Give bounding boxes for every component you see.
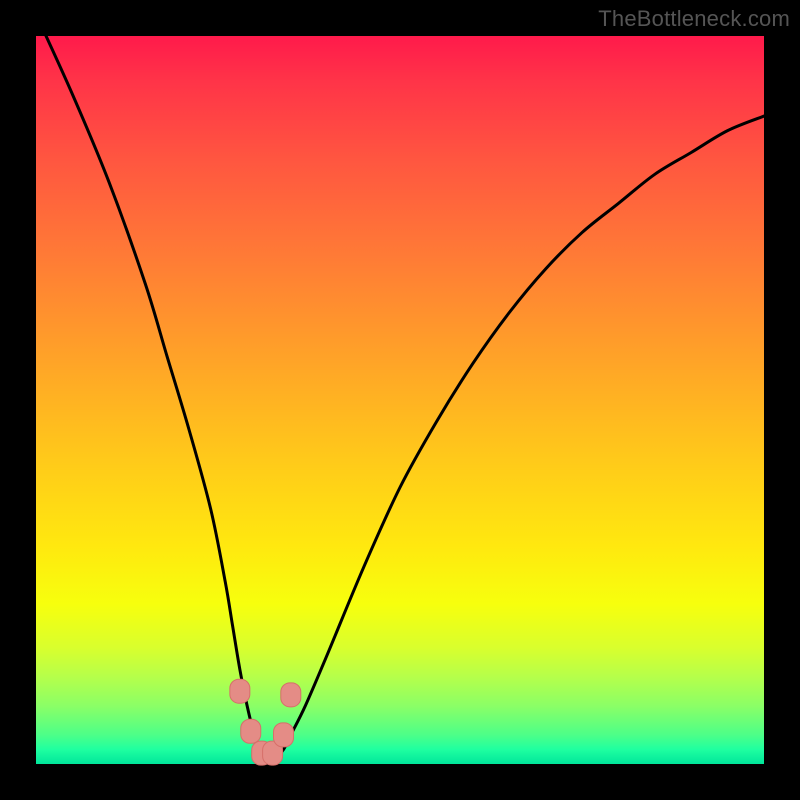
watermark-text: TheBottleneck.com xyxy=(598,6,790,32)
curve-marker xyxy=(230,679,250,703)
marker-group xyxy=(230,679,301,765)
chart-svg xyxy=(36,36,764,764)
outer-frame: TheBottleneck.com xyxy=(0,0,800,800)
plot-area xyxy=(36,36,764,764)
curve-marker xyxy=(241,719,261,743)
curve-marker xyxy=(274,723,294,747)
curve-marker xyxy=(281,683,301,707)
bottleneck-curve xyxy=(36,14,764,757)
